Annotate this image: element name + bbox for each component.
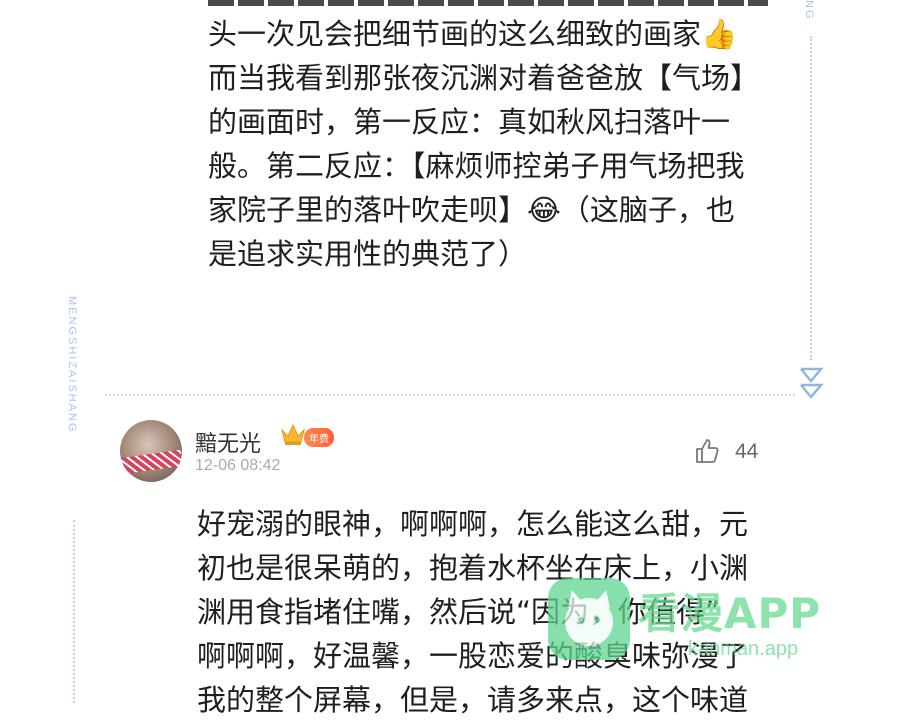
avatar[interactable]	[120, 420, 182, 482]
comment-line: 是追求实用性的典范了）	[208, 237, 528, 271]
watermark-url: kanman.app	[688, 638, 799, 660]
comment-line: 我的整个屏幕，但是，请多来点，这个味道	[197, 683, 749, 717]
like-count: 44	[735, 440, 759, 463]
comment-line: 头一次见会把细节画的这么细致的画家👍	[208, 17, 738, 51]
right-dotted-divider	[810, 36, 812, 360]
watermark-title: 看漫APP	[638, 589, 822, 638]
crown-icon	[281, 423, 305, 445]
partial-cut-line	[208, 0, 768, 6]
avatar-scarf	[120, 449, 182, 475]
comment-line: 而当我看到那张夜沉渊对着爸爸放【气场】	[208, 61, 760, 95]
comment-line: 般。第二反应：【麻烦师控弟子用气场把我	[208, 149, 745, 183]
left-dotted-divider	[73, 520, 75, 703]
cat-logo-icon	[548, 578, 630, 660]
comment-line: 的画面时，第一反应：真如秋风扫落叶一	[208, 105, 731, 139]
comment-body: 头一次见会把细节画的这么细致的画家👍 而当我看到那张夜沉渊对着爸爸放【气场】 的…	[208, 12, 760, 276]
username[interactable]: 黯无光	[195, 426, 261, 458]
vip-badge: 年费	[304, 428, 334, 447]
thumbs-up-icon[interactable]	[695, 438, 719, 464]
right-vertical-watermark: NG	[803, 0, 815, 21]
comment-line: 家院子里的落叶吹走呗】😂（这脑子，也	[208, 193, 735, 227]
app-watermark: 看漫APP kanman.app	[548, 578, 852, 668]
double-chevron-down-icon	[800, 367, 824, 399]
left-vertical-watermark: MENGSHIZAISHANG	[66, 296, 78, 434]
comment-line: 好宠溺的眼神，啊啊啊，怎么能这么甜，元	[197, 507, 749, 541]
timestamp: 12-06 08:42	[195, 457, 281, 474]
section-divider	[105, 394, 795, 396]
